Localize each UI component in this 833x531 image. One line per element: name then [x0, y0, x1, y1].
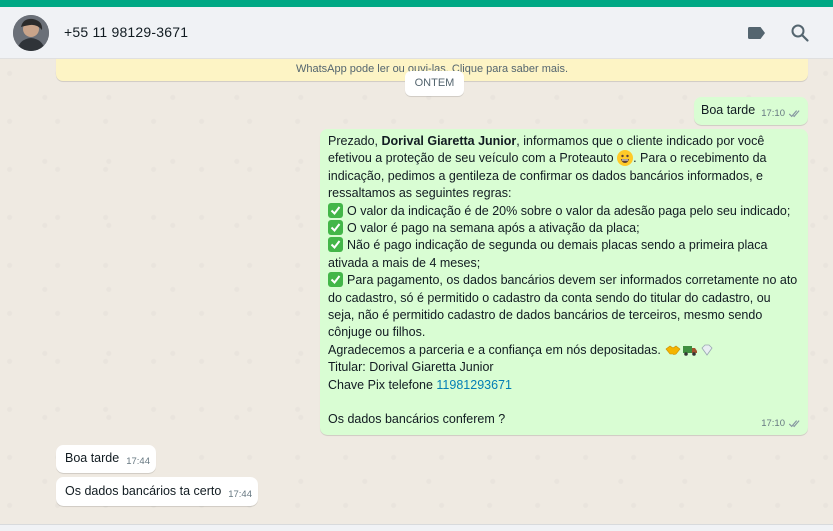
check-mark-emoji [328, 202, 343, 218]
date-separator: ONTEM [405, 71, 464, 96]
pix-label: Chave Pix telefone [328, 377, 437, 392]
rule-item: Não é pago indicação de segunda ou demai… [328, 237, 800, 272]
pix-line: Chave Pix telefone 11981293671 [328, 377, 800, 394]
avatar[interactable] [13, 15, 49, 51]
message-incoming[interactable]: Boa tarde 17:44 [56, 445, 156, 473]
message-text: Os dados bancários ta certo [65, 484, 222, 498]
double-check-icon [788, 110, 800, 118]
message-meta: 17:44 [126, 453, 150, 470]
double-check-icon [788, 420, 800, 428]
thanks-line: Agradecemos a parceria e a confiança em … [328, 342, 800, 359]
message-text: Boa tarde [65, 451, 120, 465]
chat-panel[interactable]: WhatsApp pode ler ou ouvi-las. Clique pa… [0, 59, 833, 524]
message-outgoing[interactable]: Prezado, Dorival Giaretta Junior, inform… [320, 129, 808, 435]
message-meta: 17:10 [761, 415, 802, 432]
rule-item: O valor é pago na semana após a ativação… [328, 220, 800, 237]
check-mark-emoji [328, 220, 343, 236]
message-body: Prezado, Dorival Giaretta Junior, inform… [328, 133, 800, 203]
message-time: 17:44 [228, 488, 252, 500]
search-icon[interactable] [788, 21, 812, 45]
handshake-emoji [665, 345, 681, 355]
rule-item: O valor da indicação é de 20% sobre o va… [328, 202, 800, 220]
titular-line: Titular: Dorival Giaretta Junior [328, 360, 494, 375]
text-segment: Prezado, [328, 134, 382, 148]
contact-name[interactable]: +55 11 98129-3671 [64, 24, 188, 40]
truck-emoji [683, 345, 698, 356]
rule-item: Para pagamento, os dados bancários devem… [328, 272, 800, 342]
message-time: 17:44 [126, 455, 150, 467]
label-icon[interactable] [745, 21, 769, 45]
rule-text: Não é pago indicação de segunda ou demai… [328, 238, 768, 270]
message-time: 17:10 [761, 107, 785, 119]
message-time: 17:10 [761, 417, 785, 429]
check-mark-emoji [328, 272, 343, 288]
rule-text: Para pagamento, os dados bancários devem… [328, 273, 798, 340]
chat-header: +55 11 98129-3671 [0, 7, 833, 59]
message-meta: 17:10 [761, 105, 802, 122]
grinning-face-emoji [617, 150, 634, 167]
rule-text: O valor é pago na semana após a ativação… [347, 221, 640, 236]
top-accent-bar [0, 0, 833, 7]
message-meta: 17:44 [228, 486, 252, 503]
check-mark-emoji [328, 237, 343, 253]
phone-link[interactable]: 11981293671 [436, 378, 512, 392]
customer-name: Dorival Giaretta Junior [381, 134, 517, 148]
diamond-emoji [701, 344, 713, 356]
message-outgoing[interactable]: Boa tarde 17:10 [694, 97, 808, 125]
message-incoming[interactable]: Os dados bancários ta certo 17:44 [56, 477, 258, 506]
rule-text: O valor da indicação é de 20% sobre o va… [347, 203, 791, 218]
question-line: Os dados bancários conferem ? [328, 412, 506, 427]
message-text: Boa tarde [701, 103, 756, 117]
thanks-text: Agradecemos a parceria e a confiança em … [328, 342, 661, 357]
